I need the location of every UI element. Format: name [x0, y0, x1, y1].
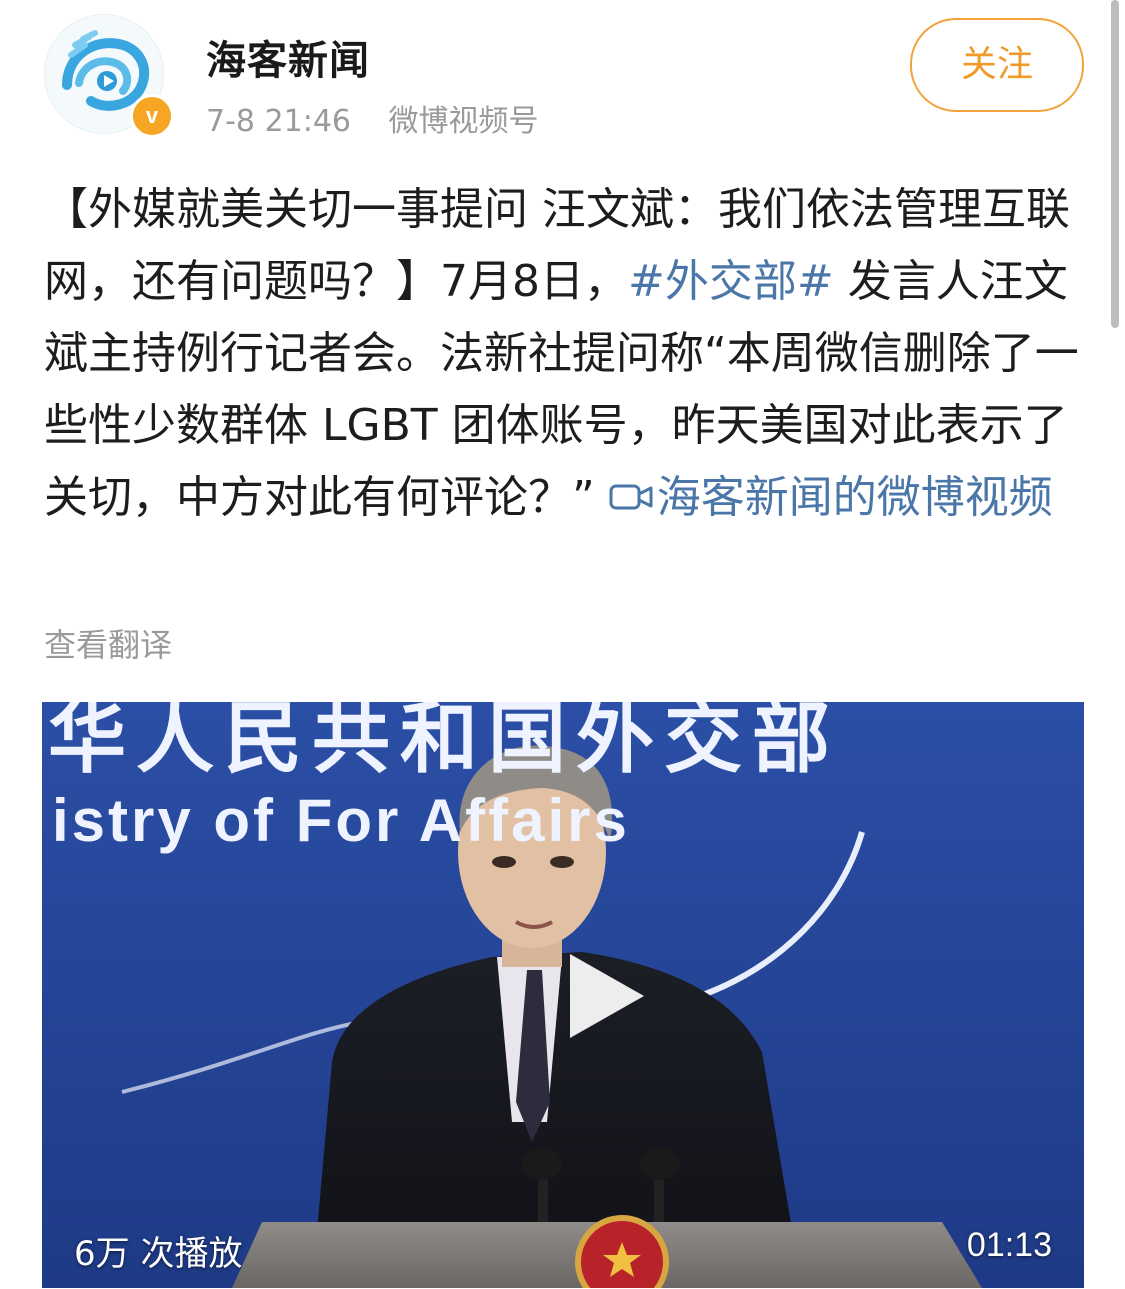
video-link[interactable]: 海客新闻的微博视频	[609, 472, 1053, 523]
post-time: 7-8 21:46	[206, 104, 351, 139]
post-source[interactable]: 微博视频号	[389, 104, 539, 139]
video-link-label: 海客新闻的微博视频	[656, 472, 1053, 523]
scrollbar[interactable]	[1111, 0, 1119, 328]
video-banner-chinese: 华人民共和国外交部	[48, 702, 841, 784]
follow-button[interactable]: 关注	[910, 18, 1084, 112]
author-name[interactable]: 海客新闻	[206, 28, 370, 86]
play-icon[interactable]	[570, 954, 644, 1038]
video-player[interactable]: 华人民共和国外交部 istry of For Affairs 6万 次播放 01…	[42, 702, 1084, 1288]
post-meta: 7-8 21:46 微博视频号	[206, 96, 539, 140]
post-text: 【外媒就美关切一事提问 汪文斌：我们依法管理互联网，还有问题吗？】7月8日，#外…	[44, 174, 1084, 536]
video-camera-icon	[609, 464, 653, 536]
view-count: 6万 次播放	[74, 1234, 243, 1274]
translate-link[interactable]: 查看翻译	[44, 620, 172, 666]
video-duration: 01:13	[966, 1226, 1052, 1264]
hashtag-link[interactable]: #外交部#	[628, 256, 834, 307]
verified-badge-icon: v	[130, 94, 174, 138]
video-banner-english: istry of For Affairs	[52, 787, 630, 854]
